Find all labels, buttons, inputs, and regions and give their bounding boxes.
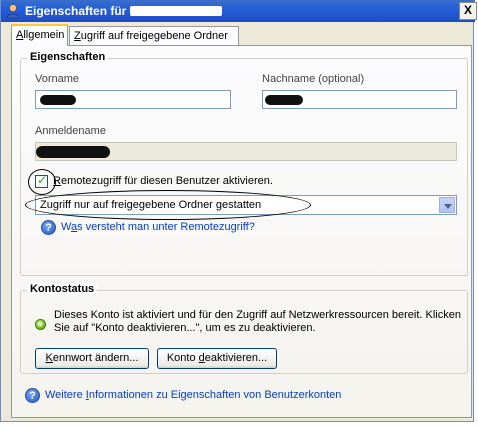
last-name-field[interactable] [262,90,457,109]
login-name-label: Anmeldename [35,125,106,137]
redacted-last-name [265,95,303,105]
last-name-label: Nachname (optional) [262,73,365,85]
account-status-line-1: Dieses Konto ist aktiviert und für den Z… [54,309,461,321]
properties-group-title: Eigenschaften [27,51,109,63]
help-icon: ? [41,220,56,235]
chevron-down-icon[interactable] [439,197,455,213]
properties-group: Eigenschaften Vorname Nachname (optional… [20,51,468,276]
first-name-field[interactable] [35,90,231,109]
close-button[interactable]: X [459,2,477,20]
account-active-status-icon [35,319,46,330]
account-status-group-title: Kontostatus [27,283,98,295]
info-help-icon: ? [25,388,40,403]
titlebar: Eigenschaften für X [1,0,477,22]
login-name-field [35,142,457,161]
redacted-login-name [36,146,110,158]
remote-access-help-link[interactable]: Was versteht man unter Remotezugriff? [61,221,255,233]
tab-shared-folder-access[interactable]: Zugriff auf freigegebene Ordner [69,26,239,45]
account-properties-info-link[interactable]: Weitere Informationen zu Eigenschaften v… [45,389,341,401]
account-status-line-2: Sie auf "Konto deaktivieren...", um es z… [54,322,316,334]
properties-window: Eigenschaften für X Allgemein Zugriff au… [0,0,477,422]
remote-access-label: Remotezugriff für diesen Benutzer aktivi… [53,175,273,187]
change-password-button[interactable]: Kennwort ändern... [35,348,149,369]
annotation-ellipse-dropdown [25,190,311,220]
account-status-group: Kontostatus Dieses Konto ist aktiviert u… [20,283,468,374]
window-title: Eigenschaften für [25,4,223,18]
deactivate-account-button[interactable]: Konto deaktivieren... [157,348,277,369]
user-account-icon [6,4,20,19]
redacted-username [130,6,223,16]
tab-panel-allgemein: Eigenschaften Vorname Nachname (optional… [11,45,472,418]
redacted-first-name [40,95,76,105]
first-name-label: Vorname [35,73,80,85]
tab-allgemein[interactable]: Allgemein [11,24,68,46]
close-icon: X [463,3,472,17]
annotation-circle-checkbox [28,169,56,195]
